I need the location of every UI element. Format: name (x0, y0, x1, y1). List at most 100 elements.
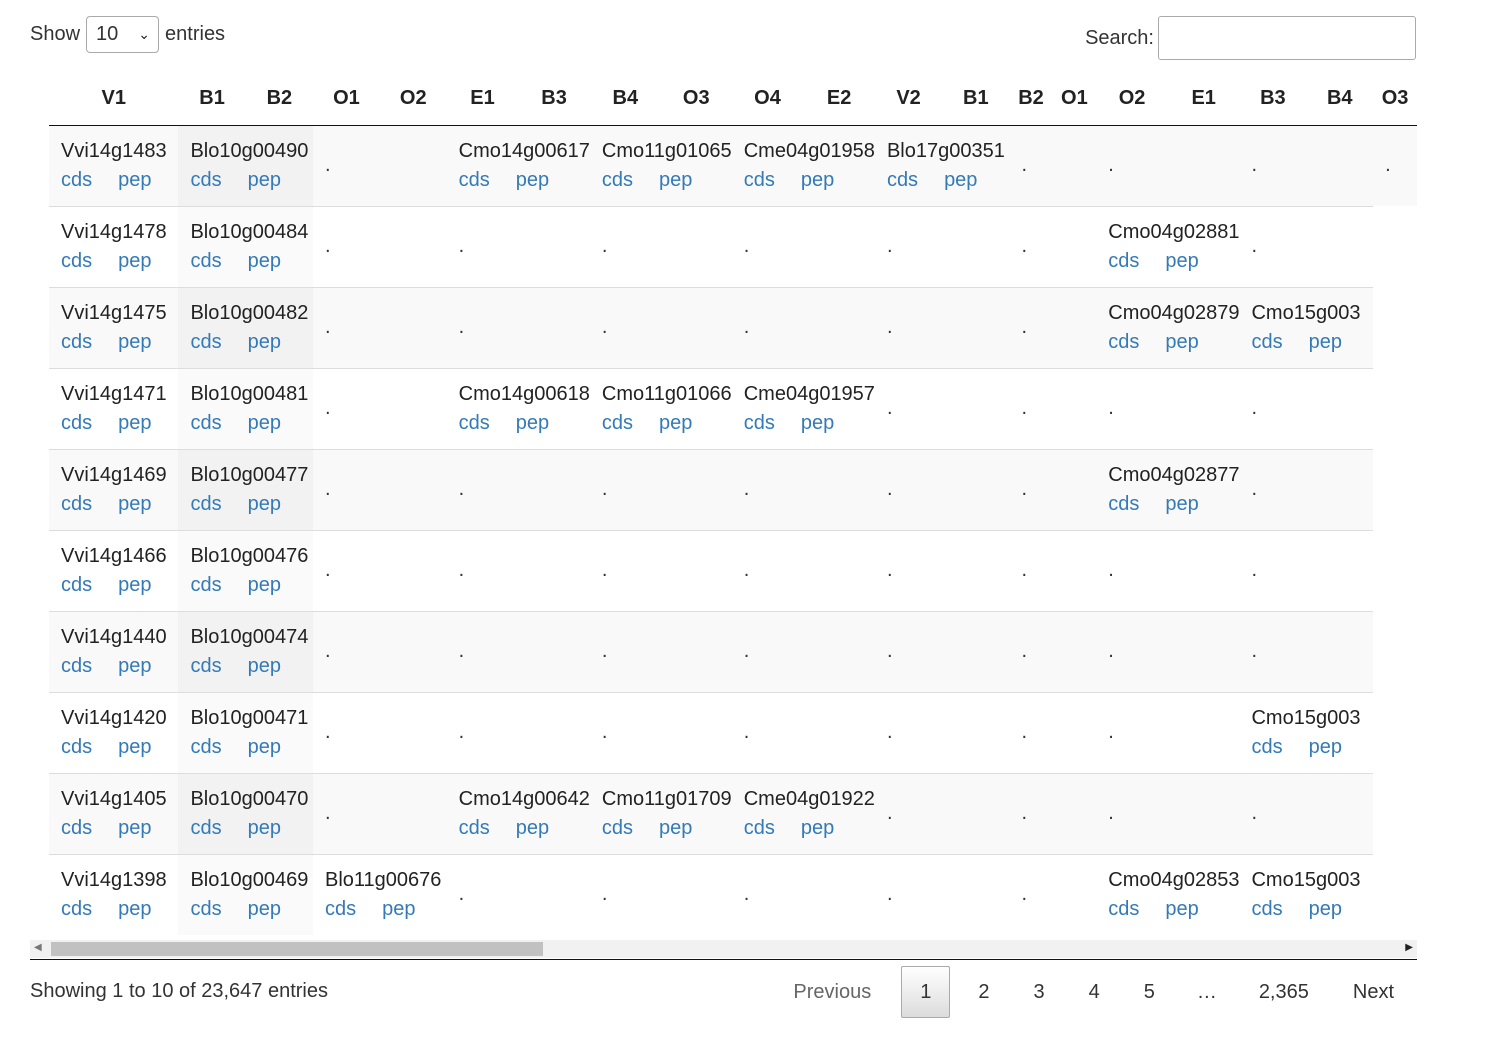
page-button[interactable]: 1 (901, 966, 951, 1018)
cds-link[interactable]: cds (325, 898, 356, 920)
column-header[interactable]: O4 (731, 73, 804, 126)
pep-link[interactable]: pep (248, 898, 281, 920)
cds-link[interactable]: cds (190, 331, 221, 353)
cds-link[interactable]: cds (190, 898, 221, 920)
column-header[interactable]: B4 (1306, 73, 1374, 126)
cds-link[interactable]: cds (61, 898, 92, 920)
pep-link[interactable]: pep (1165, 493, 1198, 515)
cds-link[interactable]: cds (887, 169, 918, 191)
cds-link[interactable]: cds (190, 493, 221, 515)
pep-link[interactable]: pep (118, 493, 151, 515)
cds-link[interactable]: cds (1251, 331, 1282, 353)
column-header[interactable]: B3 (1239, 73, 1307, 126)
cds-link[interactable]: cds (602, 169, 633, 191)
cds-link[interactable]: cds (61, 574, 92, 596)
column-header[interactable]: E1 (1167, 73, 1240, 126)
pep-link[interactable]: pep (1165, 898, 1198, 920)
column-header[interactable]: V2 (874, 73, 943, 126)
cds-link[interactable]: cds (744, 412, 775, 434)
cds-link[interactable]: cds (1251, 736, 1282, 758)
pep-link[interactable]: pep (1309, 898, 1342, 920)
cds-link[interactable]: cds (190, 574, 221, 596)
page-button[interactable]: 4 (1067, 967, 1122, 1017)
column-header[interactable]: O2 (379, 73, 447, 126)
pep-link[interactable]: pep (248, 412, 281, 434)
cds-link[interactable]: cds (1108, 493, 1139, 515)
cds-link[interactable]: cds (459, 817, 490, 839)
pep-link[interactable]: pep (118, 574, 151, 596)
cds-link[interactable]: cds (190, 250, 221, 272)
cds-link[interactable]: cds (190, 655, 221, 677)
page-button[interactable]: 2,365 (1237, 967, 1331, 1017)
page-button[interactable]: 5 (1122, 967, 1177, 1017)
cds-link[interactable]: cds (602, 412, 633, 434)
pep-link[interactable]: pep (118, 331, 151, 353)
cds-link[interactable]: cds (61, 412, 92, 434)
search-input[interactable] (1158, 16, 1416, 60)
pep-link[interactable]: pep (382, 898, 415, 920)
page-button[interactable]: 2 (956, 967, 1011, 1017)
cds-link[interactable]: cds (459, 169, 490, 191)
pep-link[interactable]: pep (248, 250, 281, 272)
cds-link[interactable]: cds (61, 493, 92, 515)
cds-link[interactable]: cds (744, 817, 775, 839)
pep-link[interactable]: pep (659, 817, 692, 839)
cds-link[interactable]: cds (61, 655, 92, 677)
scrollbar-thumb[interactable] (51, 942, 543, 956)
previous-page-button[interactable]: Previous (769, 967, 895, 1017)
column-header[interactable]: B2 (245, 73, 313, 126)
cds-link[interactable]: cds (602, 817, 633, 839)
cds-link[interactable]: cds (61, 736, 92, 758)
pep-link[interactable]: pep (248, 817, 281, 839)
column-header[interactable]: O3 (660, 73, 732, 126)
pep-link[interactable]: pep (1165, 331, 1198, 353)
column-header[interactable]: O3 (1373, 73, 1417, 126)
cds-link[interactable]: cds (61, 331, 92, 353)
pep-link[interactable]: pep (1309, 331, 1342, 353)
cds-link[interactable]: cds (1108, 250, 1139, 272)
cds-link[interactable]: cds (190, 412, 221, 434)
column-header[interactable]: B1 (942, 73, 1010, 126)
pep-link[interactable]: pep (516, 412, 549, 434)
pep-link[interactable]: pep (118, 898, 151, 920)
cds-link[interactable]: cds (1108, 898, 1139, 920)
column-header[interactable]: E1 (446, 73, 519, 126)
cds-link[interactable]: cds (190, 169, 221, 191)
pep-link[interactable]: pep (118, 817, 151, 839)
cds-link[interactable]: cds (1251, 898, 1282, 920)
pep-link[interactable]: pep (248, 331, 281, 353)
scroll-left-arrow-icon[interactable]: ◀ (34, 942, 42, 953)
pep-link[interactable]: pep (118, 250, 151, 272)
pep-link[interactable]: pep (118, 412, 151, 434)
cds-link[interactable]: cds (1108, 331, 1139, 353)
cds-link[interactable]: cds (190, 736, 221, 758)
pep-link[interactable]: pep (248, 493, 281, 515)
pep-link[interactable]: pep (118, 736, 151, 758)
pep-link[interactable]: pep (801, 169, 834, 191)
pep-link[interactable]: pep (118, 655, 151, 677)
column-header[interactable]: O2 (1096, 73, 1168, 126)
pep-link[interactable]: pep (801, 412, 834, 434)
scroll-right-arrow-icon[interactable]: ▶ (1405, 942, 1413, 953)
column-header[interactable]: B3 (518, 73, 590, 126)
cds-link[interactable]: cds (61, 817, 92, 839)
cds-link[interactable]: cds (459, 412, 490, 434)
pep-link[interactable]: pep (516, 817, 549, 839)
pep-link[interactable]: pep (248, 169, 281, 191)
page-button[interactable]: 3 (1011, 967, 1066, 1017)
cds-link[interactable]: cds (744, 169, 775, 191)
pep-link[interactable]: pep (516, 169, 549, 191)
column-header[interactable]: B1 (178, 73, 246, 126)
column-header[interactable]: V1 (49, 73, 179, 126)
cds-link[interactable]: cds (190, 817, 221, 839)
column-header[interactable]: B4 (589, 73, 661, 126)
pep-link[interactable]: pep (248, 574, 281, 596)
column-header[interactable]: E2 (803, 73, 875, 126)
pep-link[interactable]: pep (1165, 250, 1198, 272)
pep-link[interactable]: pep (944, 169, 977, 191)
column-header[interactable]: O1 (312, 73, 380, 126)
pep-link[interactable]: pep (659, 169, 692, 191)
entries-per-page-select[interactable]: 10 ⌄ (86, 16, 160, 53)
cds-link[interactable]: cds (61, 169, 92, 191)
pep-link[interactable]: pep (248, 655, 281, 677)
